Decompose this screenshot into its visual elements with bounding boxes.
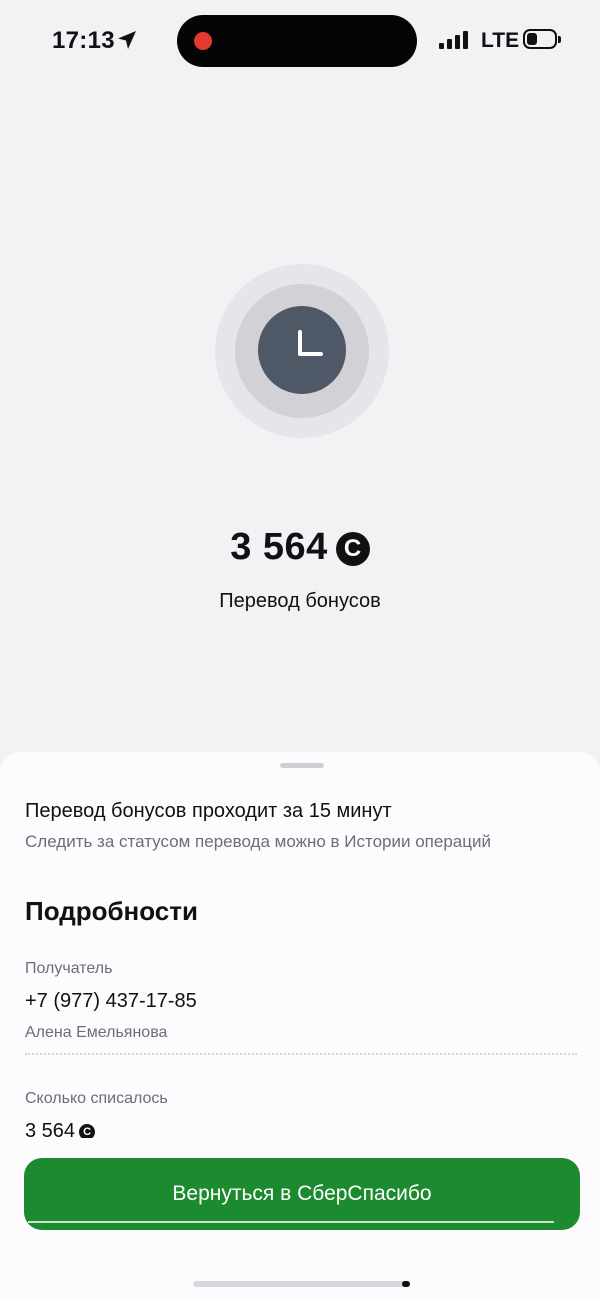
status-time: 17:13 [52,27,115,54]
button-progress-line [28,1221,554,1223]
dynamic-island [177,15,417,67]
amount-value: 3 564 [230,526,328,568]
status-bar: 17:13 LTE [0,0,600,80]
debited-value: 3 564 [25,1120,76,1138]
transfer-amount: 3 564 С [0,526,600,569]
sheet-grabber[interactable] [280,763,324,768]
divider [25,1053,577,1055]
info-title: Перевод бонусов проходит за 15 минут [25,800,392,822]
sberspasibo-coin-small-icon: С [79,1124,96,1138]
details-heading: Подробности [25,896,198,926]
recording-indicator-icon [194,32,212,50]
location-arrow-icon [118,31,136,49]
cellular-signal-icon [439,31,471,49]
clock-icon [298,330,323,356]
recipient-label: Получатель [25,960,113,977]
network-type: LTE [481,29,520,52]
info-subtitle: Следить за статусом перевода можно в Ист… [25,832,491,851]
debited-amount: 3 564 С [25,1120,225,1138]
sberspasibo-coin-icon: С [335,532,370,566]
recipient-name: Алена Емельянова [25,1024,168,1041]
return-to-sberspasibo-button[interactable]: Вернуться в СберСпасибо [24,1158,580,1230]
transfer-type-label: Перевод бонусов [219,590,381,612]
recipient-phone: +7 (977) 437-17-85 [25,990,197,1012]
battery-low-icon [523,29,561,51]
home-indicator[interactable] [193,1281,410,1287]
debited-label: Сколько списалось [25,1090,168,1107]
